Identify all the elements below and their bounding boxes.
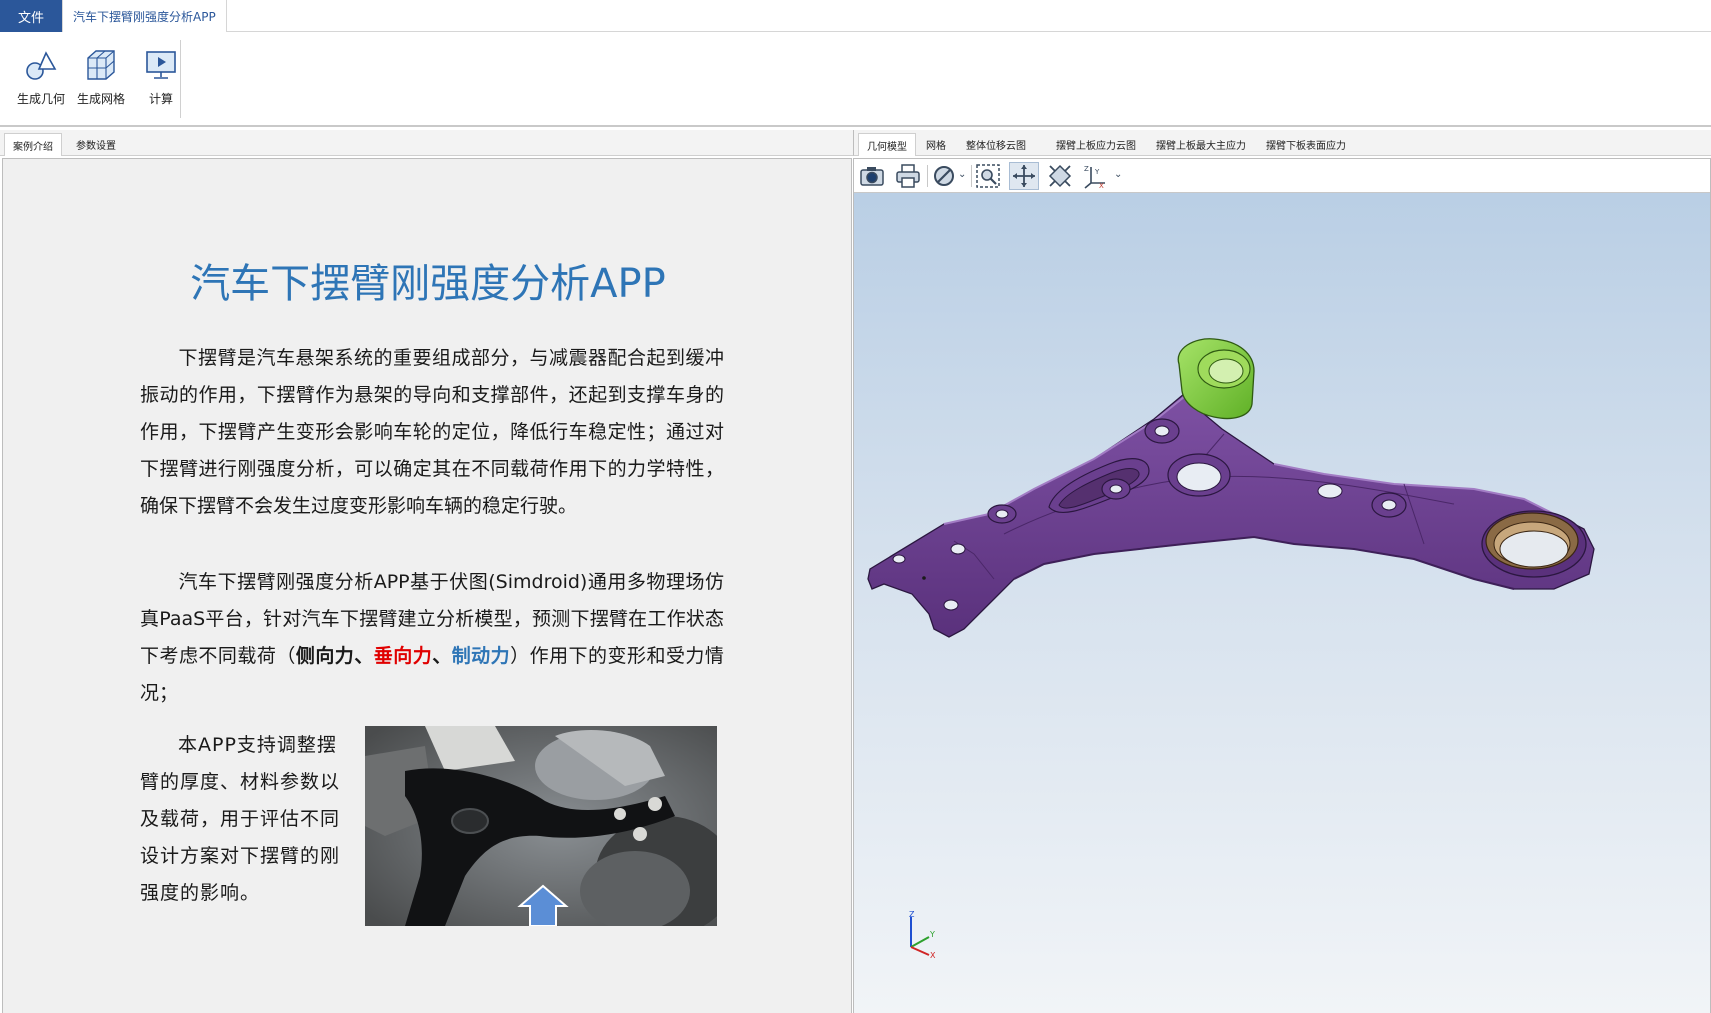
intro-paragraph-1: 下摆臂是汽车悬架系统的重要组成部分，与减震器配合起到缓冲振动的作用，下摆臂作为悬… [140, 340, 724, 525]
generate-mesh-label: 生成网格 [76, 92, 125, 106]
generate-geometry-button[interactable]: 生成几何 [11, 44, 71, 116]
right-tab-bar: 几何模型 网格 整体位移云图 摆臂上板应力云图 摆臂上板最大主应力 摆臂下板表面… [853, 130, 1711, 156]
document-title: 汽车下摆臂刚强度分析APP [190, 261, 666, 307]
3d-viewport[interactable]: ⌄ YXZ ⌄ Z Y X [853, 158, 1711, 1013]
axis-y-label: Y [929, 930, 935, 939]
separator-text-2: 、 [432, 645, 452, 667]
axis-z-label: Z [909, 911, 915, 919]
intro-paragraph-3-text: 本APP支持调整摆臂的厚度、材料参数以及载荷，用于评估不同设计方案对下摆臂的刚强… [140, 734, 341, 904]
ribbon: 生成几何 生成网格 计算 [0, 32, 1711, 127]
axis-x-label: X [930, 951, 936, 959]
mesh-icon [87, 50, 115, 80]
brake-force-text: 制动力 [451, 645, 511, 667]
axis-triad: Z Y X [909, 911, 936, 959]
generate-geometry-label: 生成几何 [16, 92, 65, 106]
tab-lower-plate-surface-stress[interactable]: 摆臂下板表面应力 [1258, 133, 1354, 156]
tab-overall-displacement[interactable]: 整体位移云图 [958, 133, 1034, 156]
tab-mesh[interactable]: 网格 [918, 133, 954, 156]
ribbon-separator [180, 40, 181, 118]
geometry-icon [26, 51, 57, 80]
compute-button[interactable]: 计算 [131, 44, 191, 116]
app-ribbon-tab[interactable]: 汽车下摆臂刚强度分析APP [62, 0, 227, 33]
separator-text-1: 、 [354, 645, 374, 667]
left-tab-bar: 案例介绍 参数设置 [0, 130, 853, 156]
tab-upper-plate-max-principal-stress[interactable]: 摆臂上板最大主应力 [1148, 133, 1254, 156]
side-force-text: 侧向力 [295, 645, 355, 667]
menu-bar: 文件 汽车下摆臂刚强度分析APP [0, 0, 1711, 33]
tab-case-intro[interactable]: 案例介绍 [4, 133, 62, 156]
generate-mesh-button[interactable]: 生成网格 [71, 44, 131, 116]
intro-paragraph-3: 本APP支持调整摆臂的厚度、材料参数以及载荷，用于评估不同设计方案对下摆臂的刚强… [140, 727, 344, 912]
arm-body [867, 383, 1595, 638]
vertical-force-text: 垂向力 [373, 645, 433, 667]
tab-upper-plate-stress[interactable]: 摆臂上板应力云图 [1048, 133, 1144, 156]
case-intro-panel: 汽车下摆臂刚强度分析APP 下摆臂是汽车悬架系统的重要组成部分，与减震器配合起到… [2, 158, 852, 1013]
intro-paragraph-2: 汽车下摆臂刚强度分析APP基于伏图(Simdroid)通用多物理场仿真PaaS平… [140, 564, 724, 712]
control-arm-model[interactable] [854, 159, 1710, 1013]
tab-parameter-settings[interactable]: 参数设置 [68, 133, 124, 156]
intro-paragraph-1-text: 下摆臂是汽车悬架系统的重要组成部分，与减震器配合起到缓冲振动的作用，下摆臂作为悬… [140, 347, 724, 517]
tab-geometry-model[interactable]: 几何模型 [858, 133, 916, 156]
file-menu-tab[interactable]: 文件 [0, 0, 62, 32]
compute-icon [146, 51, 176, 79]
compute-label: 计算 [148, 92, 173, 106]
control-arm-photo [365, 726, 717, 926]
